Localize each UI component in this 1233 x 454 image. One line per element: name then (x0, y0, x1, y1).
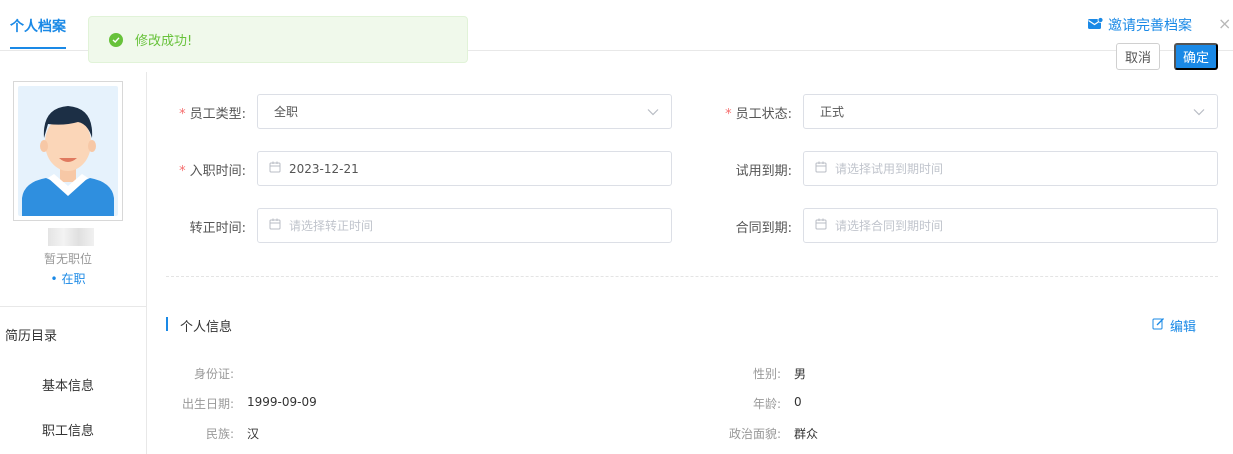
sidebar-divider (0, 306, 146, 307)
sidebar-item-staff-info[interactable]: 职工信息 (42, 420, 94, 439)
calendar-icon (815, 218, 827, 233)
success-toast: 修改成功! (88, 16, 468, 63)
employee-type-value: 全职 (274, 105, 299, 119)
employee-type-label: * 员工类型: (179, 107, 246, 122)
contract-end-picker[interactable]: 请选择合同到期时间 (803, 208, 1218, 243)
employee-status-value: 正式 (820, 105, 845, 119)
probation-end-label: 试用到期: (735, 164, 792, 179)
gender-value: 男 (794, 367, 807, 381)
tab-personal-file[interactable]: 个人档案 (10, 16, 66, 36)
calendar-icon (815, 161, 827, 176)
hire-date-picker[interactable]: 2023-12-21 (257, 151, 672, 186)
employee-name-blurred (48, 228, 94, 246)
gender-label: 性别: (752, 367, 781, 381)
toast-message: 修改成功! (135, 34, 193, 49)
birth-date-value: 1999-09-09 (247, 395, 317, 409)
section-divider (166, 276, 1218, 277)
political-status-value: 群众 (794, 427, 819, 441)
probation-end-picker[interactable]: 请选择试用到期时间 (803, 151, 1218, 186)
age-label: 年龄: (752, 397, 781, 411)
sidebar-item-basic-info[interactable]: 基本信息 (42, 375, 94, 394)
profile-sidebar: 暂无职位 • 在职 简历目录 基本信息 职工信息 (0, 72, 147, 454)
position-text: 暂无职位 (43, 252, 92, 266)
tab-active-indicator (10, 47, 66, 49)
cancel-button[interactable]: 取消 (1116, 43, 1160, 70)
employment-status-badge: • 在职 (50, 272, 86, 286)
age-value: 0 (794, 395, 802, 409)
chevron-down-icon (1193, 105, 1205, 119)
regularization-date-placeholder: 请选择转正时间 (289, 219, 374, 233)
hire-date-label: * 入职时间: (179, 164, 246, 179)
regularization-date-picker[interactable]: 请选择转正时间 (257, 208, 672, 243)
edit-label: 编辑 (1170, 320, 1197, 335)
employee-status-select[interactable]: 正式 (803, 94, 1218, 129)
edit-icon (1152, 317, 1165, 334)
political-status-label: 政治面貌: (728, 427, 781, 441)
birth-date-label: 出生日期: (181, 397, 234, 411)
resume-directory-title: 简历目录 (5, 329, 58, 344)
regularization-date-label: 转正时间: (189, 221, 246, 236)
ethnicity-label: 民族: (205, 427, 234, 441)
personal-info-title: 个人信息 (180, 320, 233, 335)
check-circle-icon (109, 32, 123, 47)
calendar-icon (269, 218, 281, 233)
avatar[interactable] (13, 81, 123, 221)
contract-end-placeholder: 请选择合同到期时间 (835, 219, 944, 233)
invite-label: 邀请完善档案 (1108, 18, 1192, 34)
employee-type-select[interactable]: 全职 (257, 94, 672, 129)
chevron-down-icon (647, 105, 659, 119)
section-accent-bar (166, 317, 168, 331)
close-icon[interactable]: × (1218, 14, 1231, 33)
ethnicity-value: 汉 (247, 427, 260, 441)
hire-date-value: 2023-12-21 (289, 161, 359, 176)
id-card-label: 身份证: (193, 367, 234, 381)
employee-status-label: * 员工状态: (725, 107, 792, 122)
calendar-icon (269, 161, 281, 176)
confirm-button[interactable]: 确定 (1174, 43, 1218, 70)
probation-end-placeholder: 请选择试用到期时间 (835, 162, 944, 176)
envelope-user-icon (1088, 16, 1104, 34)
contract-end-label: 合同到期: (735, 221, 792, 236)
invite-complete-file-button[interactable]: 邀请完善档案 (1088, 15, 1192, 35)
edit-personal-info-button[interactable]: 编辑 (1152, 316, 1196, 335)
avatar-image (18, 86, 118, 216)
